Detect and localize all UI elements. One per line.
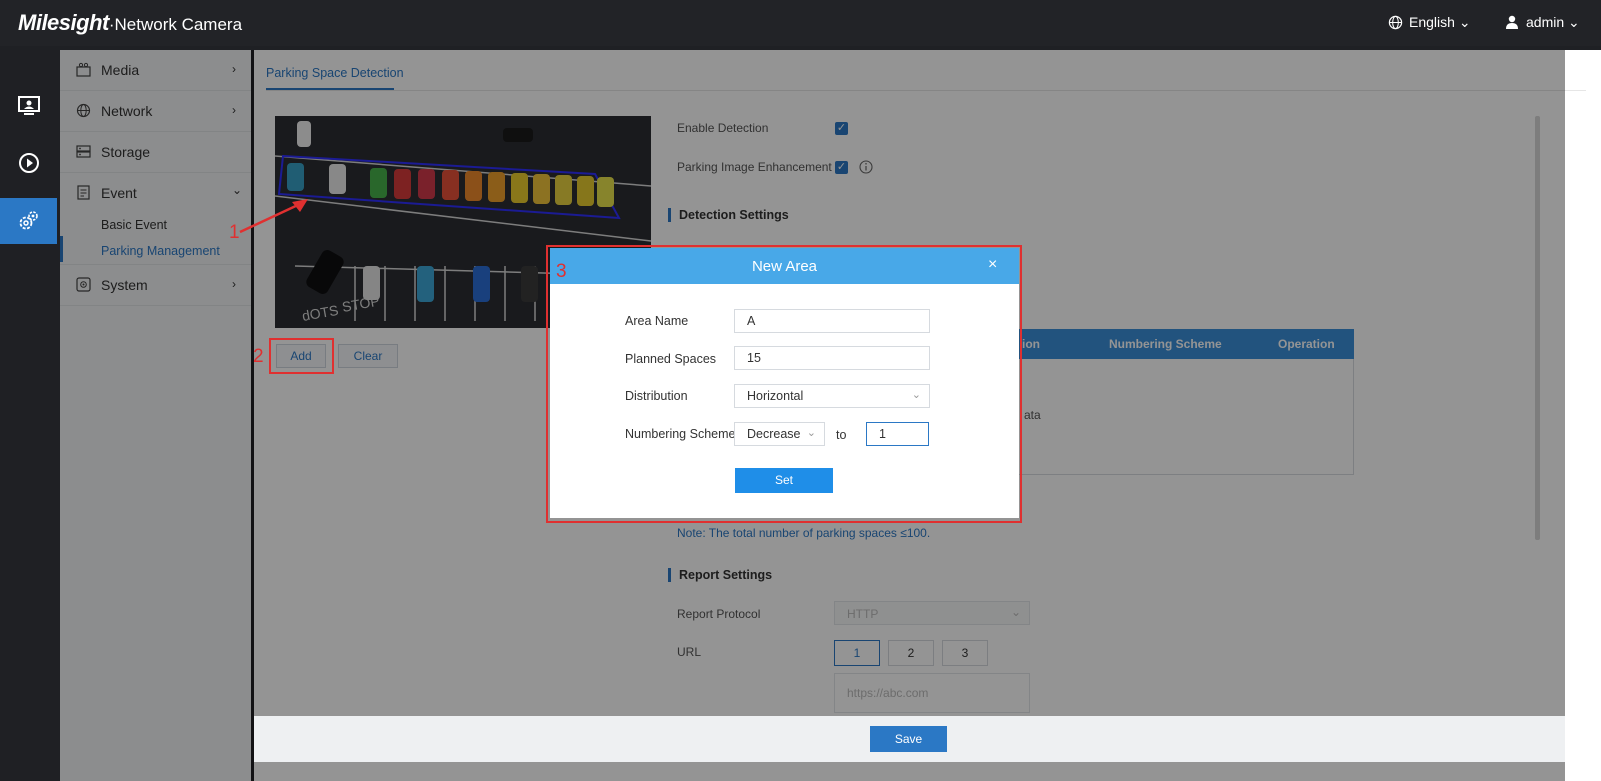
chevron-down-icon: ⌄	[1458, 14, 1471, 30]
user-menu[interactable]: admin ⌄	[1505, 14, 1580, 31]
dialog-header: New Area ×	[550, 248, 1019, 284]
chevron-down-icon: ⌄	[806, 427, 816, 439]
chevron-down-icon: ⌄	[911, 389, 921, 401]
planned-spaces-label: Planned Spaces	[625, 352, 717, 366]
distribution-select[interactable]: Horizontal ⌄	[734, 384, 930, 408]
playback-icon	[18, 153, 39, 173]
annotation-label-2: 2	[253, 346, 264, 367]
distribution-value: Horizontal	[747, 389, 804, 403]
planned-spaces-input[interactable]: 15	[734, 346, 930, 370]
logo: Milesight·Network Camera	[18, 10, 242, 36]
dialog-title: New Area	[751, 258, 818, 275]
user-icon	[1506, 15, 1518, 29]
rail-playback[interactable]	[0, 140, 57, 186]
top-bar: Milesight·Network Camera English ⌄ admin…	[0, 0, 1601, 46]
new-area-dialog: New Area × 3 Area Name A Planned Spaces …	[550, 248, 1019, 518]
distribution-label: Distribution	[625, 389, 688, 403]
chevron-down-icon: ⌄	[1568, 14, 1580, 30]
annotation-box-add	[269, 338, 334, 374]
set-button[interactable]: Set	[735, 468, 833, 493]
numbering-scheme-value: Decrease	[747, 427, 801, 441]
annotation-arrow-icon	[239, 199, 308, 234]
language-label: English	[1409, 14, 1455, 30]
settings-icon	[19, 211, 38, 230]
annotation-label-3: 3	[556, 261, 567, 282]
rail-live-view[interactable]	[0, 83, 57, 129]
save-button[interactable]: Save	[870, 726, 947, 752]
numbering-start-input[interactable]: 1	[866, 422, 929, 446]
area-name-input[interactable]: A	[734, 309, 930, 333]
area-name-label: Area Name	[625, 314, 689, 328]
left-rail	[0, 46, 57, 781]
rail-settings[interactable]	[0, 198, 57, 244]
logo-brand: Milesight	[18, 10, 109, 35]
annotation-label-1: 1	[229, 222, 240, 243]
logo-product: ·Network Camera	[108, 15, 243, 34]
numbering-scheme-label: Numbering Scheme	[625, 427, 736, 441]
close-icon[interactable]: ×	[988, 256, 997, 274]
numbering-scheme-select[interactable]: Decrease ⌄	[734, 422, 825, 446]
globe-icon	[1388, 15, 1403, 30]
user-name: admin	[1526, 14, 1565, 30]
to-label: to	[836, 428, 847, 442]
monitor-icon	[17, 96, 40, 115]
language-selector[interactable]: English ⌄	[1388, 14, 1471, 31]
